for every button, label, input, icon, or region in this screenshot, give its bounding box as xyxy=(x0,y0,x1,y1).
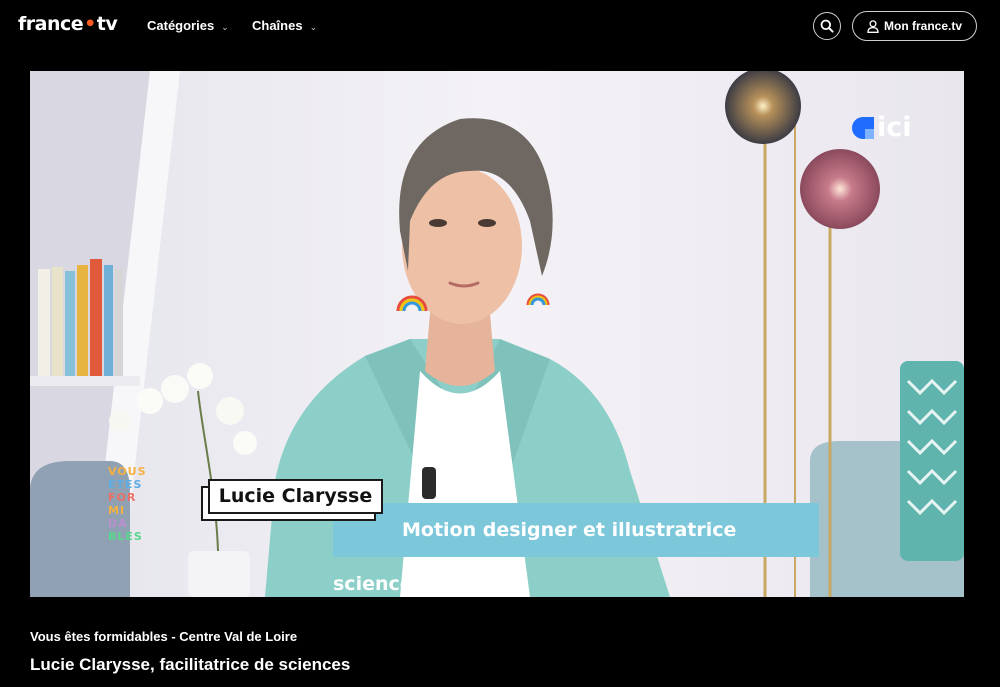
show-mark-line: FOR xyxy=(108,491,137,504)
lower-third-role: Motion designer et illustratrice science xyxy=(333,503,819,595)
episode-title: Lucie Clarysse, facilitatrice de science… xyxy=(30,655,351,674)
program-title[interactable]: Vous êtes formidables - Centre Val de Lo… xyxy=(30,629,297,644)
lower-third-name: Lucie Clarysse xyxy=(208,479,383,514)
channel-logo-text: ici xyxy=(877,112,912,143)
account-label: Mon france.tv xyxy=(884,19,963,33)
show-mark-line: BLES xyxy=(108,530,143,543)
nav-categories-label: Catégories xyxy=(147,18,215,33)
channel-logo: ici xyxy=(850,112,912,146)
nav-categories[interactable]: Catégories ⌄ xyxy=(147,18,229,33)
video-player[interactable]: ici VOUS ÊTES FOR MI DA BLES Motion desi… xyxy=(30,71,964,597)
logo-part-tv: tv xyxy=(96,13,118,35)
show-mark-line: ÊTES xyxy=(108,478,143,491)
show-watermark: VOUS ÊTES FOR MI DA BLES xyxy=(108,465,162,543)
top-header: france•tv Catégories ⌄ Chaînes ⌄ Mon franc… xyxy=(0,0,1000,52)
logo-part-france: france xyxy=(18,13,84,35)
nav-channels[interactable]: Chaînes ⌄ xyxy=(252,18,317,33)
show-mark-line: MI xyxy=(108,504,126,517)
show-mark-line: VOUS xyxy=(108,465,147,478)
chevron-down-icon: ⌄ xyxy=(309,22,318,32)
logo-dot: • xyxy=(84,13,96,35)
chevron-down-icon: ⌄ xyxy=(221,22,229,32)
account-button[interactable]: Mon france.tv xyxy=(852,11,977,41)
search-button[interactable] xyxy=(813,12,841,40)
nav-channels-label: Chaînes xyxy=(252,18,303,33)
france-tv-logo[interactable]: france•tv xyxy=(18,13,118,35)
search-icon xyxy=(820,19,834,33)
user-icon xyxy=(867,20,879,33)
show-mark-line: DA xyxy=(108,517,128,530)
